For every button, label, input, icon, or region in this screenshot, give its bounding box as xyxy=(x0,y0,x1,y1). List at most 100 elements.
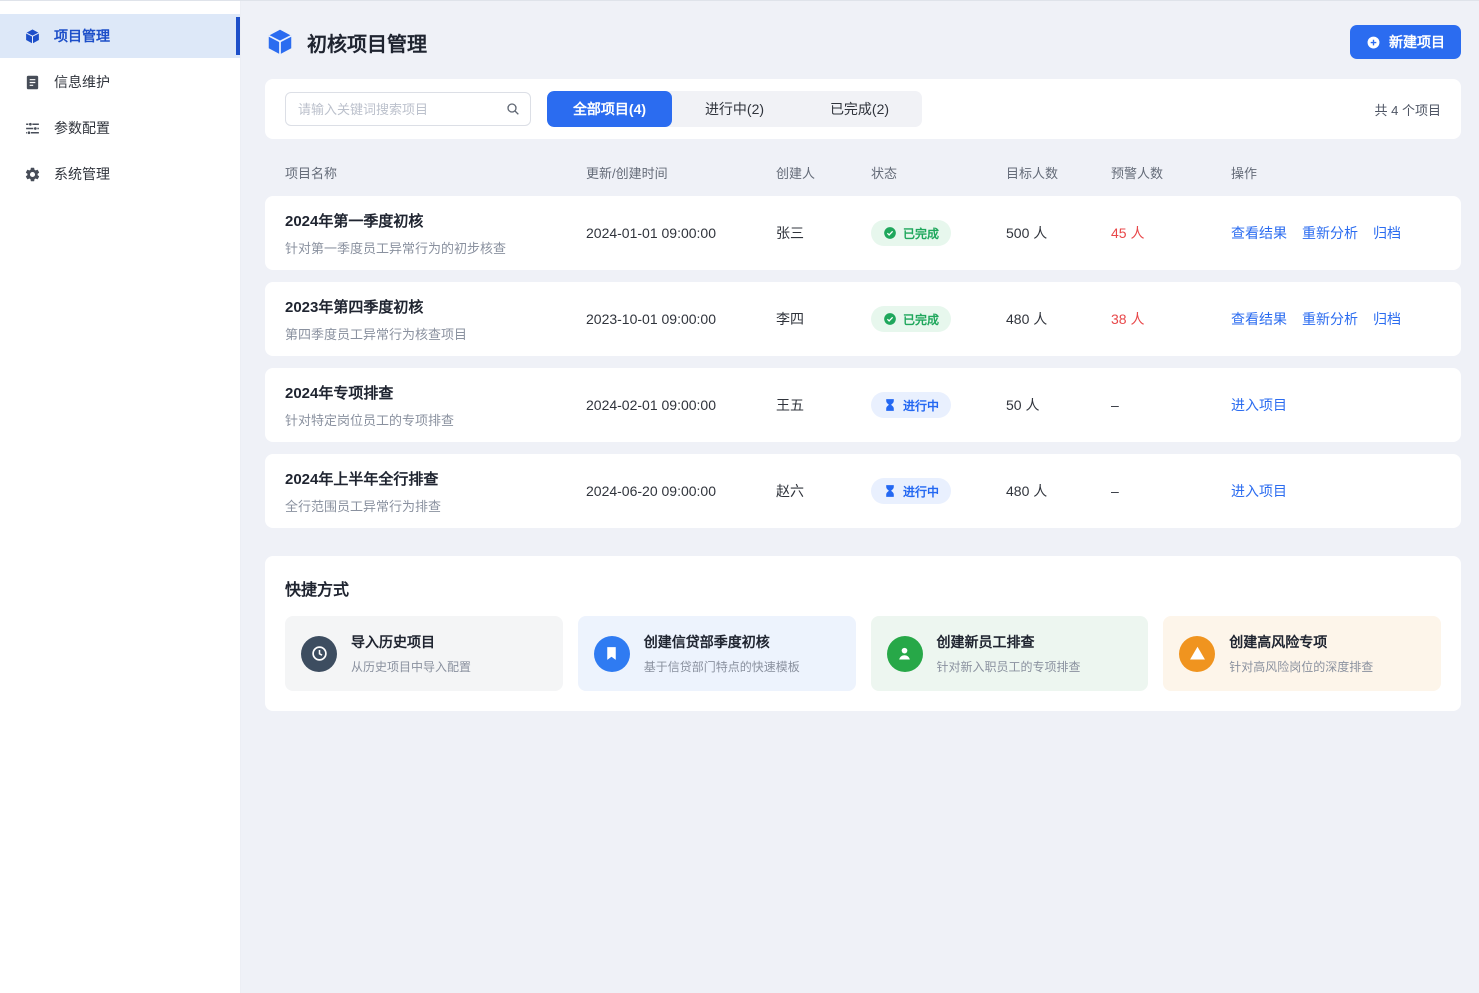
update-time: 2024-01-01 09:00:00 xyxy=(586,225,776,241)
status-badge: 进行中 xyxy=(871,392,951,418)
project-title: 2024年第一季度初核 xyxy=(285,210,586,231)
project-name-cell: 2023年第四季度初核 第四季度员工异常行为核查项目 xyxy=(285,296,586,343)
table-row: 2024年第一季度初核 针对第一季度员工异常行为的初步核查 2024-01-01… xyxy=(265,196,1461,270)
search-input[interactable] xyxy=(285,92,531,126)
reanalyze-link[interactable]: 重新分析 xyxy=(1302,223,1358,243)
project-name-cell: 2024年上半年全行排查 全行范围员工异常行为排查 xyxy=(285,468,586,515)
column-header-actions: 操作 xyxy=(1231,163,1441,182)
shortcut-title: 创建新员工排查 xyxy=(937,632,1081,652)
project-subtitle: 第四季度员工异常行为核查项目 xyxy=(285,324,586,343)
column-header-creator: 创建人 xyxy=(776,163,871,182)
bookmark-icon xyxy=(594,636,630,672)
creator: 赵六 xyxy=(776,481,871,501)
row-actions: 进入项目 xyxy=(1231,481,1441,501)
toolbar-panel: 全部项目(4) 进行中(2) 已完成(2) 共 4 个项目 xyxy=(265,79,1461,139)
person-icon xyxy=(887,636,923,672)
reanalyze-link[interactable]: 重新分析 xyxy=(1302,309,1358,329)
target-count: 480 人 xyxy=(1006,309,1111,329)
table-row: 2024年上半年全行排查 全行范围员工异常行为排查 2024-06-20 09:… xyxy=(265,454,1461,528)
new-project-button[interactable]: 新建项目 xyxy=(1350,25,1461,59)
sidebar-item-label: 项目管理 xyxy=(54,26,110,46)
project-name-cell: 2024年专项排查 针对特定岗位员工的专项排查 xyxy=(285,382,586,429)
update-time: 2024-02-01 09:00:00 xyxy=(586,397,776,413)
table-row: 2024年专项排查 针对特定岗位员工的专项排查 2024-02-01 09:00… xyxy=(265,368,1461,442)
target-count: 50 人 xyxy=(1006,395,1111,415)
hourglass-icon xyxy=(883,484,897,498)
warning-icon xyxy=(1179,636,1215,672)
sliders-icon xyxy=(24,120,41,137)
project-title: 2023年第四季度初核 xyxy=(285,296,586,317)
hourglass-icon xyxy=(883,398,897,412)
clock-icon xyxy=(301,636,337,672)
status-badge: 进行中 xyxy=(871,478,951,504)
archive-link[interactable]: 归档 xyxy=(1373,223,1401,243)
view-results-link[interactable]: 查看结果 xyxy=(1231,223,1287,243)
page-title: 初核项目管理 xyxy=(307,28,427,57)
project-name-cell: 2024年第一季度初核 针对第一季度员工异常行为的初步核查 xyxy=(285,210,586,257)
document-icon xyxy=(24,74,41,91)
creator: 张三 xyxy=(776,223,871,243)
target-count: 480 人 xyxy=(1006,481,1111,501)
shortcut-title: 创建信贷部季度初核 xyxy=(644,632,800,652)
warning-count: 45 人 xyxy=(1111,223,1231,243)
shortcut-subtitle: 基于信贷部门特点的快速模板 xyxy=(644,658,800,675)
shortcuts-panel: 快捷方式 导入历史项目 从历史项目中导入配置 创建信贷部季度初核 基于信贷部门特… xyxy=(265,556,1461,711)
project-title: 2024年上半年全行排查 xyxy=(285,468,586,489)
plus-circle-icon xyxy=(1366,35,1381,50)
sidebar-item-info-maintenance[interactable]: 信息维护 xyxy=(0,60,240,104)
shortcut-subtitle: 针对新入职员工的专项排查 xyxy=(937,658,1081,675)
column-header-status: 状态 xyxy=(871,163,1006,182)
gear-icon xyxy=(24,166,41,183)
shortcut-title: 导入历史项目 xyxy=(351,632,471,652)
row-actions: 进入项目 xyxy=(1231,395,1441,415)
warning-count: – xyxy=(1111,397,1231,413)
enter-project-link[interactable]: 进入项目 xyxy=(1231,395,1287,415)
project-subtitle: 全行范围员工异常行为排查 xyxy=(285,496,586,515)
page-header: 初核项目管理 新建项目 xyxy=(265,25,1461,59)
cube-icon xyxy=(24,28,41,45)
shortcut-high-risk-special[interactable]: 创建高风险专项 针对高风险岗位的深度排查 xyxy=(1163,616,1441,691)
check-circle-icon xyxy=(883,312,897,326)
update-time: 2023-10-01 09:00:00 xyxy=(586,311,776,327)
column-header-target-count: 目标人数 xyxy=(1006,163,1111,182)
warning-count: – xyxy=(1111,483,1231,499)
shortcut-new-employee-screening[interactable]: 创建新员工排查 针对新入职员工的专项排查 xyxy=(871,616,1149,691)
app-window: 项目管理 信息维护 参数配置 系统管理 初核项目管理 新建项目 xyxy=(0,1,1479,993)
creator: 王五 xyxy=(776,395,871,415)
tab-all-projects[interactable]: 全部项目(4) xyxy=(547,91,672,127)
project-subtitle: 针对第一季度员工异常行为的初步核查 xyxy=(285,238,586,257)
shortcut-credit-dept-review[interactable]: 创建信贷部季度初核 基于信贷部门特点的快速模板 xyxy=(578,616,856,691)
sidebar-item-label: 信息维护 xyxy=(54,72,110,92)
tab-in-progress[interactable]: 进行中(2) xyxy=(672,91,797,127)
sidebar-item-system-management[interactable]: 系统管理 xyxy=(0,152,240,196)
sidebar-item-parameter-config[interactable]: 参数配置 xyxy=(0,106,240,150)
target-count: 500 人 xyxy=(1006,223,1111,243)
check-circle-icon xyxy=(883,226,897,240)
total-project-count: 共 4 个项目 xyxy=(1375,100,1441,119)
search-box xyxy=(285,92,531,126)
project-title: 2024年专项排查 xyxy=(285,382,586,403)
filter-tabs: 全部项目(4) 进行中(2) 已完成(2) xyxy=(547,91,922,127)
enter-project-link[interactable]: 进入项目 xyxy=(1231,481,1287,501)
sidebar-item-project-management[interactable]: 项目管理 xyxy=(0,14,240,58)
warning-count: 38 人 xyxy=(1111,309,1231,329)
tab-completed[interactable]: 已完成(2) xyxy=(797,91,922,127)
status-badge: 已完成 xyxy=(871,306,951,332)
row-actions: 查看结果 重新分析 归档 xyxy=(1231,309,1441,329)
shortcuts-title: 快捷方式 xyxy=(285,576,1441,600)
main-content: 初核项目管理 新建项目 全部项目(4) 进行中(2) 已完成(2) 共 4 个项… xyxy=(241,1,1479,993)
sidebar-item-label: 参数配置 xyxy=(54,118,110,138)
shortcut-import-history[interactable]: 导入历史项目 从历史项目中导入配置 xyxy=(285,616,563,691)
column-header-update-time: 更新/创建时间 xyxy=(586,163,776,182)
shortcut-subtitle: 从历史项目中导入配置 xyxy=(351,658,471,675)
shortcut-title: 创建高风险专项 xyxy=(1229,632,1373,652)
status-badge: 已完成 xyxy=(871,220,951,246)
view-results-link[interactable]: 查看结果 xyxy=(1231,309,1287,329)
sidebar: 项目管理 信息维护 参数配置 系统管理 xyxy=(0,1,241,993)
table-header: 项目名称 更新/创建时间 创建人 状态 目标人数 预警人数 操作 xyxy=(265,139,1461,196)
update-time: 2024-06-20 09:00:00 xyxy=(586,483,776,499)
archive-link[interactable]: 归档 xyxy=(1373,309,1401,329)
search-icon[interactable] xyxy=(505,101,521,117)
column-header-warning-count: 预警人数 xyxy=(1111,163,1231,182)
shortcuts-grid: 导入历史项目 从历史项目中导入配置 创建信贷部季度初核 基于信贷部门特点的快速模… xyxy=(285,616,1441,691)
